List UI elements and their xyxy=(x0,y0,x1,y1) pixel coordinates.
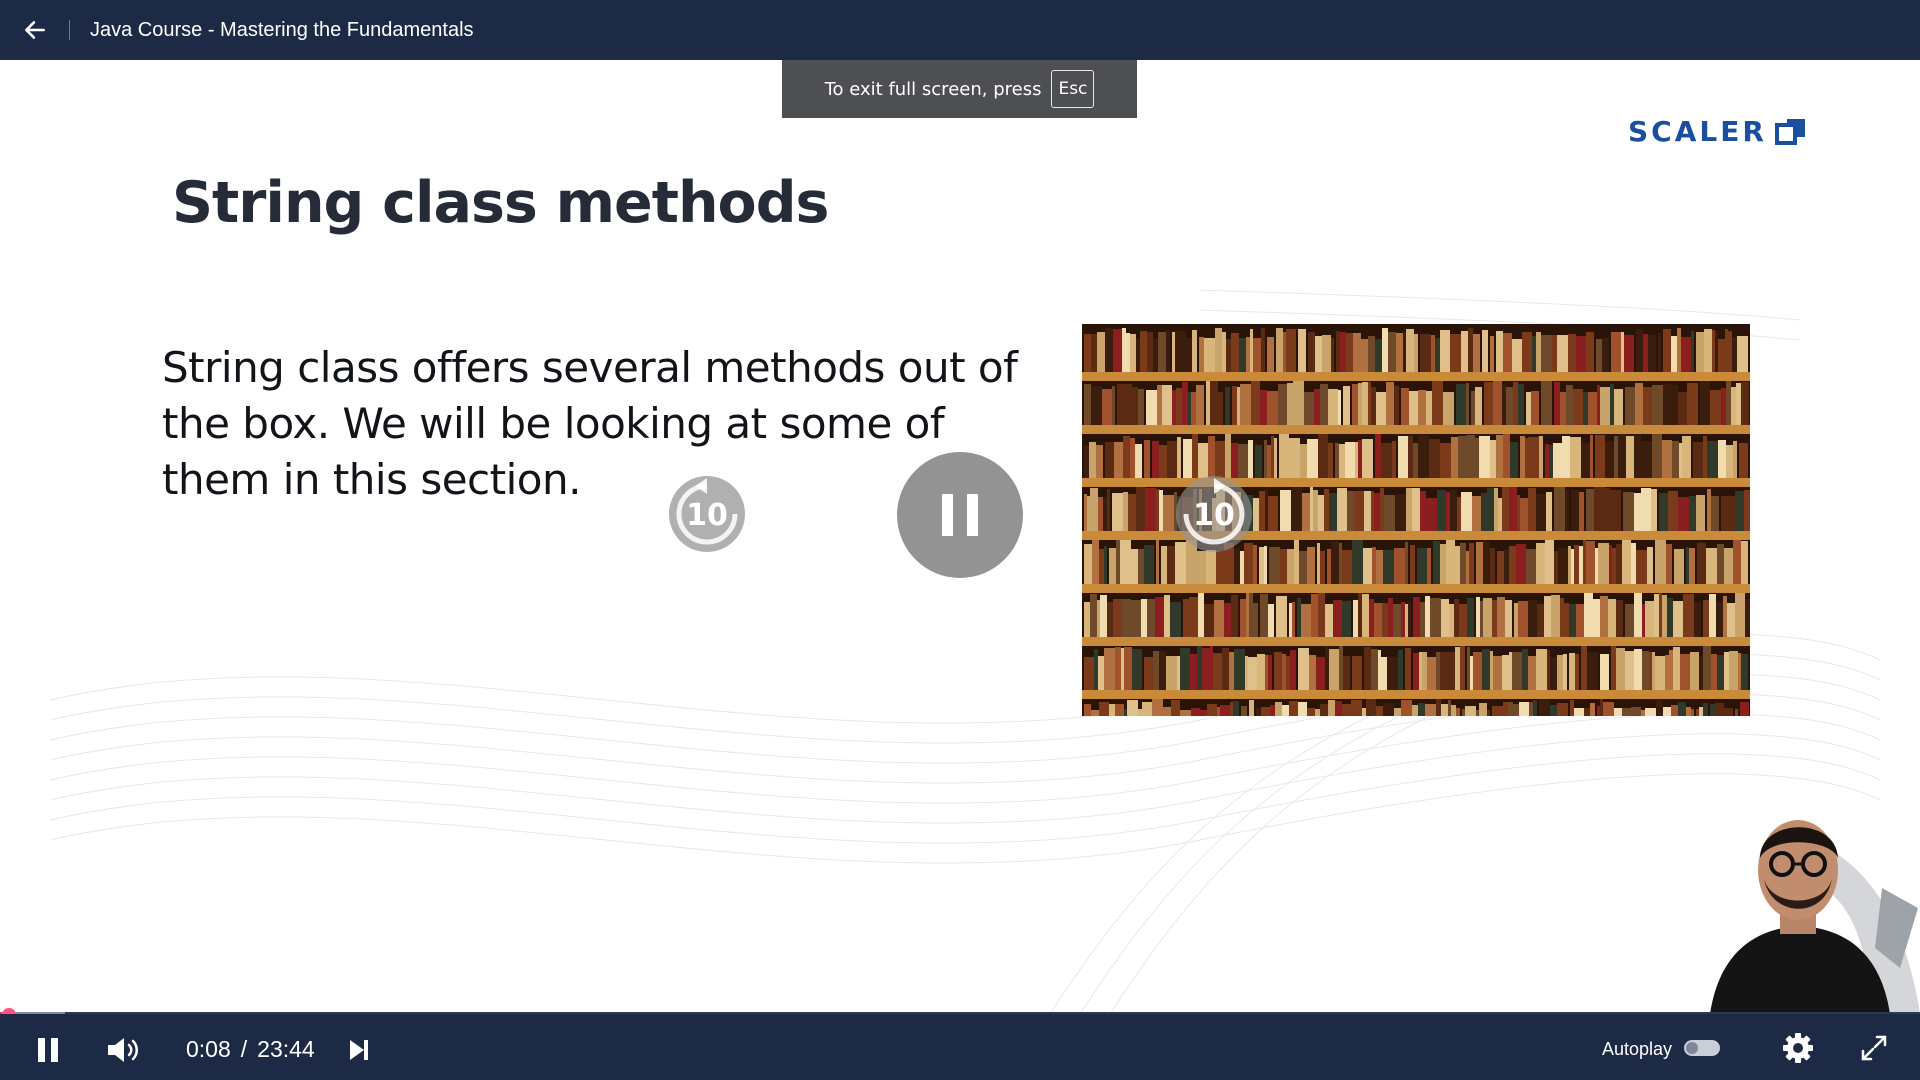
next-icon xyxy=(350,1040,368,1060)
forward-label: 10 xyxy=(1193,498,1235,533)
volume-button[interactable] xyxy=(102,1030,146,1070)
course-title: Java Course - Mastering the Fundamentals xyxy=(90,18,474,41)
volume-icon xyxy=(108,1038,138,1062)
pause-icon xyxy=(38,1038,58,1062)
current-time: 0:08 xyxy=(186,1036,231,1062)
rewind-10-icon: 10 xyxy=(669,476,745,552)
back-button[interactable] xyxy=(15,10,55,50)
brand-name: SCALER xyxy=(1628,115,1767,148)
rewind-10-button[interactable]: 10 xyxy=(665,472,749,556)
pause-button[interactable] xyxy=(28,1032,68,1068)
pause-icon xyxy=(942,494,978,536)
scaler-logo-icon xyxy=(1774,118,1805,145)
settings-icon xyxy=(1783,1033,1813,1063)
presenter-webcam xyxy=(1710,820,1920,1014)
autoplay-toggle-knob xyxy=(1686,1042,1698,1054)
autoplay-toggle[interactable] xyxy=(1684,1040,1720,1056)
slide-title: String class methods xyxy=(172,170,829,236)
fullscreen-button[interactable] xyxy=(1856,1030,1892,1066)
fullscreen-icon xyxy=(1861,1035,1887,1061)
esc-key: Esc xyxy=(1051,70,1095,108)
toast-message: To exit full screen, press xyxy=(824,78,1042,100)
next-button[interactable] xyxy=(344,1034,374,1066)
top-bar: Java Course - Mastering the Fundamentals xyxy=(0,0,1920,60)
time-display: 0:08 / 23:44 xyxy=(186,1036,315,1063)
rewind-label: 10 xyxy=(686,498,728,533)
control-bar: 0:08 / 23:44 Autoplay xyxy=(0,1014,1920,1080)
forward-10-icon: 10 xyxy=(1176,476,1252,552)
brand-logo: SCALER xyxy=(1628,115,1807,148)
exit-fullscreen-toast: To exit full screen, press Esc xyxy=(782,60,1137,118)
video-player[interactable]: To exit full screen, press Esc SCALER St… xyxy=(0,60,1920,1014)
slide-body-text: String class offers several methods out … xyxy=(162,343,1018,504)
arrow-left-icon xyxy=(25,21,45,39)
divider xyxy=(69,20,70,40)
settings-button[interactable] xyxy=(1780,1030,1816,1066)
center-pause-button[interactable] xyxy=(897,452,1023,578)
duration: 23:44 xyxy=(257,1036,315,1062)
autoplay-label: Autoplay xyxy=(1602,1039,1673,1059)
time-separator: / xyxy=(240,1036,248,1062)
forward-10-button[interactable]: 10 xyxy=(1172,472,1256,556)
